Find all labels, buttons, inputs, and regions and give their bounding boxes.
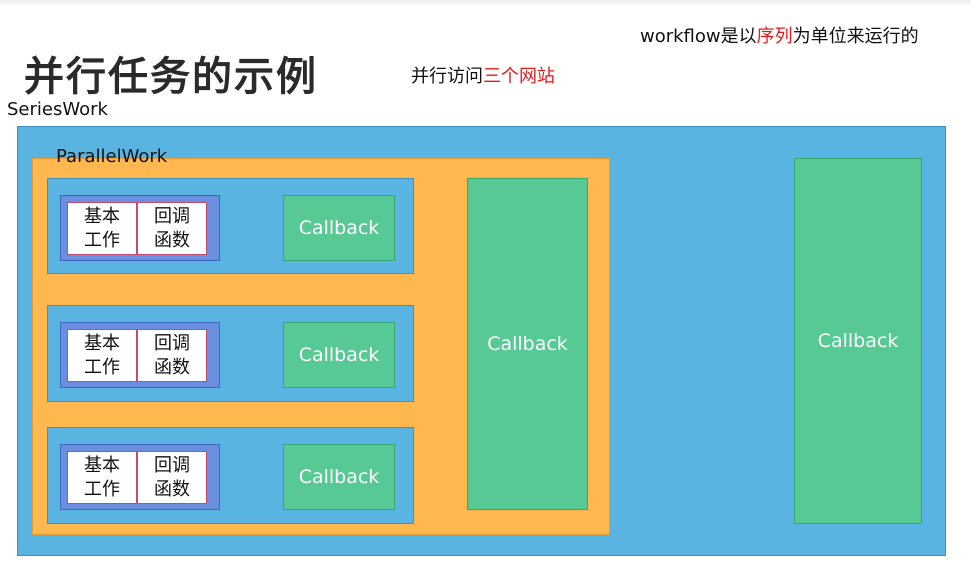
basic-work-cell-3: 基本 工作 bbox=[67, 451, 137, 504]
note-highlight: 序列 bbox=[756, 26, 793, 47]
basic-work-cell-1: 基本 工作 bbox=[67, 202, 137, 255]
note-suffix: 为单位来运行的 bbox=[792, 26, 919, 47]
workflow-note: workflow是以序列为单位来运行的 bbox=[640, 22, 919, 48]
callback-func-cell-1: 回调 函数 bbox=[137, 202, 207, 255]
subtitle-prefix: 并行访问 bbox=[411, 66, 483, 87]
series-work-label: SeriesWork bbox=[7, 99, 108, 120]
branch-callback-1: Callback bbox=[283, 195, 395, 261]
parallel-callback: Callback bbox=[467, 178, 588, 510]
note-prefix: workflow是以 bbox=[640, 26, 757, 47]
basic-work-cell-2: 基本 工作 bbox=[67, 329, 137, 382]
subtitle: 并行访问三个网站 bbox=[411, 62, 555, 88]
series-callback: Callback bbox=[794, 158, 922, 524]
page-title: 并行任务的示例 bbox=[24, 54, 318, 100]
branch-callback-3: Callback bbox=[283, 444, 395, 510]
top-shade bbox=[0, 0, 971, 6]
subtitle-highlight: 三个网站 bbox=[483, 66, 555, 87]
parallel-work-label: ParallelWork bbox=[56, 146, 168, 167]
branch-callback-2: Callback bbox=[283, 322, 395, 388]
callback-func-cell-2: 回调 函数 bbox=[137, 329, 207, 382]
callback-func-cell-3: 回调 函数 bbox=[137, 451, 207, 504]
